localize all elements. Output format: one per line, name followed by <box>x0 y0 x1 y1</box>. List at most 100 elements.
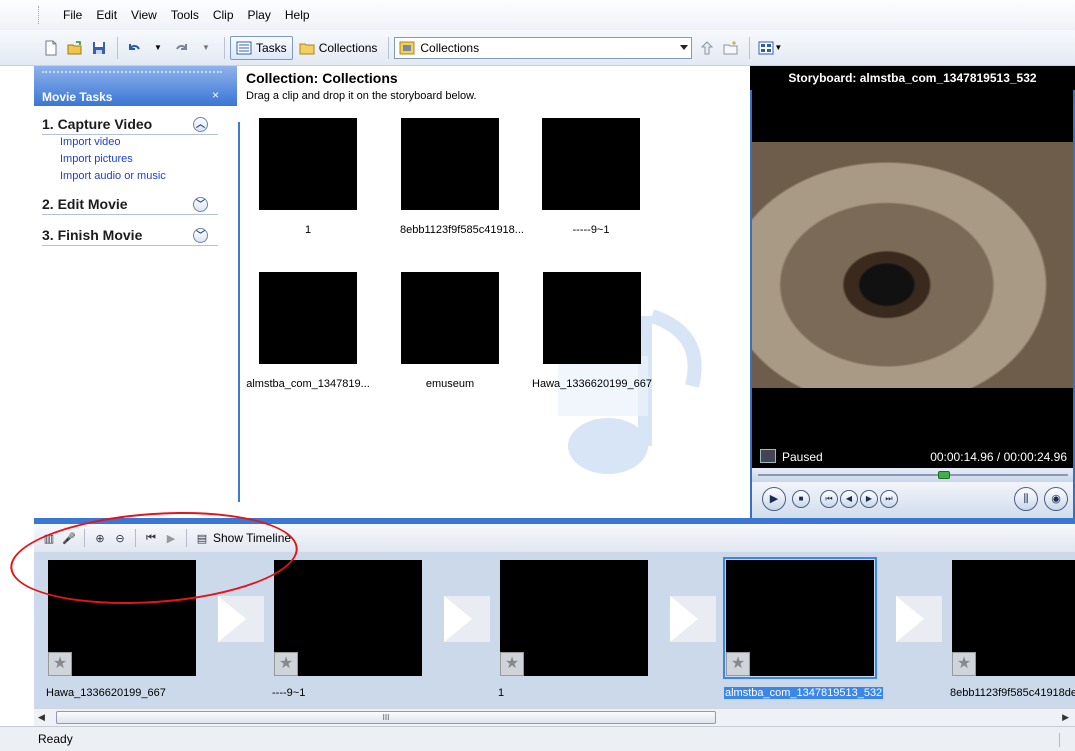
transition-slot[interactable] <box>896 596 942 642</box>
scrollbar-thumb[interactable]: III <box>56 711 716 724</box>
views-button[interactable]: ▼ <box>755 36 785 60</box>
monitor-title: Storyboard: almstba_com_1347819513_532 <box>750 66 1075 90</box>
main-toolbar: ▼ ▼ Tasks Collections Collections ▼ <box>0 30 1075 66</box>
storyboard-frame[interactable]: ★ <box>270 558 426 680</box>
collections-label: Collections <box>318 40 378 55</box>
frame-label: 8ebb1123f9f585c41918de <box>950 687 1075 699</box>
status-text: Ready <box>38 732 73 746</box>
seek-track <box>758 474 1068 476</box>
save-project-button[interactable] <box>88 36 110 60</box>
collections-toggle-button[interactable]: Collections <box>295 36 382 60</box>
finish-movie-label: 3. Finish Movie <box>42 227 143 243</box>
clip-thumbnail[interactable] <box>259 118 357 210</box>
resize-grip-icon[interactable] <box>1059 733 1071 747</box>
storyboard-scrollbar[interactable]: ◀ III ▶ <box>34 708 1075 726</box>
clip-item[interactable]: emuseum <box>400 272 500 390</box>
capture-video-label: 1. Capture Video <box>42 116 153 132</box>
menu-tools[interactable]: Tools <box>164 8 206 22</box>
video-effect-star-icon[interactable]: ★ <box>726 652 750 676</box>
clip-thumbnail[interactable] <box>542 118 640 210</box>
storyboard-frame-selected[interactable]: ★ <box>722 557 878 680</box>
import-video-link[interactable]: Import video <box>34 134 234 151</box>
import-pictures-link[interactable]: Import pictures <box>34 151 234 168</box>
undo-dropdown[interactable]: ▼ <box>147 36 169 60</box>
chevron-down-icon[interactable]: ﹀ <box>193 197 208 212</box>
undo-button[interactable] <box>123 36 145 60</box>
storyboard-frame[interactable]: ★ <box>496 558 652 680</box>
close-icon[interactable]: × <box>212 88 219 102</box>
movie-tasks-pane: Movie Tasks × 1. Capture Video ︿ Import … <box>34 66 237 518</box>
redo-arrow-icon <box>176 43 187 50</box>
collection-select-value: Collections <box>420 40 480 55</box>
clip-thumbnail[interactable] <box>259 272 357 364</box>
forward-icon[interactable]: ▶ <box>860 490 878 508</box>
pane-divider <box>238 122 240 502</box>
collection-select[interactable]: Collections <box>394 36 693 59</box>
header-grip <box>42 71 222 75</box>
new-collection-folder-button[interactable] <box>720 36 742 60</box>
playback-time: 00:00:14.96 / 00:00:24.96 <box>930 450 1067 464</box>
toolbar-separator <box>224 36 225 59</box>
edit-movie-title[interactable]: 2. Edit Movie ﹀ <box>34 194 234 214</box>
chevron-down-icon[interactable]: ﹀ <box>193 228 208 243</box>
scroll-right-icon[interactable]: ▶ <box>1062 712 1069 723</box>
redo-dropdown[interactable]: ▼ <box>195 36 217 60</box>
fullscreen-icon[interactable] <box>760 449 776 463</box>
collection-pane: Collection: Collections Drag a clip and … <box>238 66 746 518</box>
redo-button[interactable] <box>171 36 193 60</box>
import-audio-link[interactable]: Import audio or music <box>34 168 234 185</box>
next-frame-icon[interactable]: ⏭ <box>880 490 898 508</box>
movie-tasks-title: Movie Tasks <box>42 90 113 104</box>
storyboard-frame[interactable]: ★ <box>948 558 1075 680</box>
previous-frame-icon[interactable]: ⏮ <box>820 490 838 508</box>
capture-video-title[interactable]: 1. Capture Video ︿ <box>34 114 234 134</box>
clip-thumbnail[interactable] <box>401 272 499 364</box>
transition-slot[interactable] <box>670 596 716 642</box>
up-one-level-button[interactable] <box>696 36 718 60</box>
tasks-toggle-button[interactable]: Tasks <box>230 35 293 60</box>
menu-edit[interactable]: Edit <box>89 8 124 22</box>
chevron-up-icon[interactable]: ︿ <box>193 117 208 132</box>
seek-bar[interactable] <box>752 468 1073 482</box>
clip-item[interactable]: 8ebb1123f9f585c41918... <box>400 118 524 236</box>
preview-screen <box>752 90 1073 446</box>
rewind-icon[interactable]: ◀ <box>840 490 858 508</box>
collection-instructions: Drag a clip and drop it on the storyboar… <box>246 90 477 102</box>
clip-item[interactable]: almstba_com_1347819... <box>246 272 370 390</box>
play-icon[interactable]: ▶ <box>762 487 786 511</box>
video-effect-star-icon[interactable]: ★ <box>274 652 298 676</box>
chevron-down-icon <box>680 44 689 50</box>
menu-file[interactable]: File <box>56 8 89 22</box>
split-clip-icon[interactable]: ⫼ <box>1014 487 1038 511</box>
new-project-button[interactable] <box>40 36 62 60</box>
frame-label: ----9~1 <box>272 687 306 699</box>
clip-thumbnail[interactable] <box>401 118 499 210</box>
clip-item[interactable]: Hawa_1336620199_667 <box>530 272 654 390</box>
menu-grip <box>38 6 41 24</box>
stop-icon[interactable]: ■ <box>792 490 810 508</box>
menu-play[interactable]: Play <box>241 8 278 22</box>
video-effect-star-icon[interactable]: ★ <box>952 652 976 676</box>
scroll-left-icon[interactable]: ◀ <box>38 712 45 723</box>
seek-handle[interactable] <box>938 471 950 479</box>
clip-label: Hawa_1336620199_667 <box>532 378 652 390</box>
finish-movie-title[interactable]: 3. Finish Movie ﹀ <box>34 225 234 245</box>
menu-help[interactable]: Help <box>278 8 317 22</box>
collection-title: Collection: Collections <box>246 70 398 86</box>
video-effect-star-icon[interactable]: ★ <box>500 652 524 676</box>
transition-slot[interactable] <box>218 596 264 642</box>
menu-view[interactable]: View <box>124 8 164 22</box>
clip-item[interactable]: -----9~1 <box>541 118 641 236</box>
take-picture-icon[interactable]: ◉ <box>1044 487 1068 511</box>
clip-label: 8ebb1123f9f585c41918... <box>400 224 524 236</box>
status-bar: Ready <box>0 726 1075 751</box>
open-project-button[interactable] <box>64 36 86 60</box>
video-effect-star-icon[interactable]: ★ <box>48 652 72 676</box>
transition-slot[interactable] <box>444 596 490 642</box>
menu-clip[interactable]: Clip <box>206 8 241 22</box>
clip-item[interactable]: 1 <box>258 118 358 236</box>
preview-image <box>752 142 1073 388</box>
collection-camera-icon <box>399 41 415 54</box>
clip-thumbnail[interactable] <box>543 272 641 364</box>
preview-monitor: Storyboard: almstba_com_1347819513_532 P… <box>750 66 1075 518</box>
